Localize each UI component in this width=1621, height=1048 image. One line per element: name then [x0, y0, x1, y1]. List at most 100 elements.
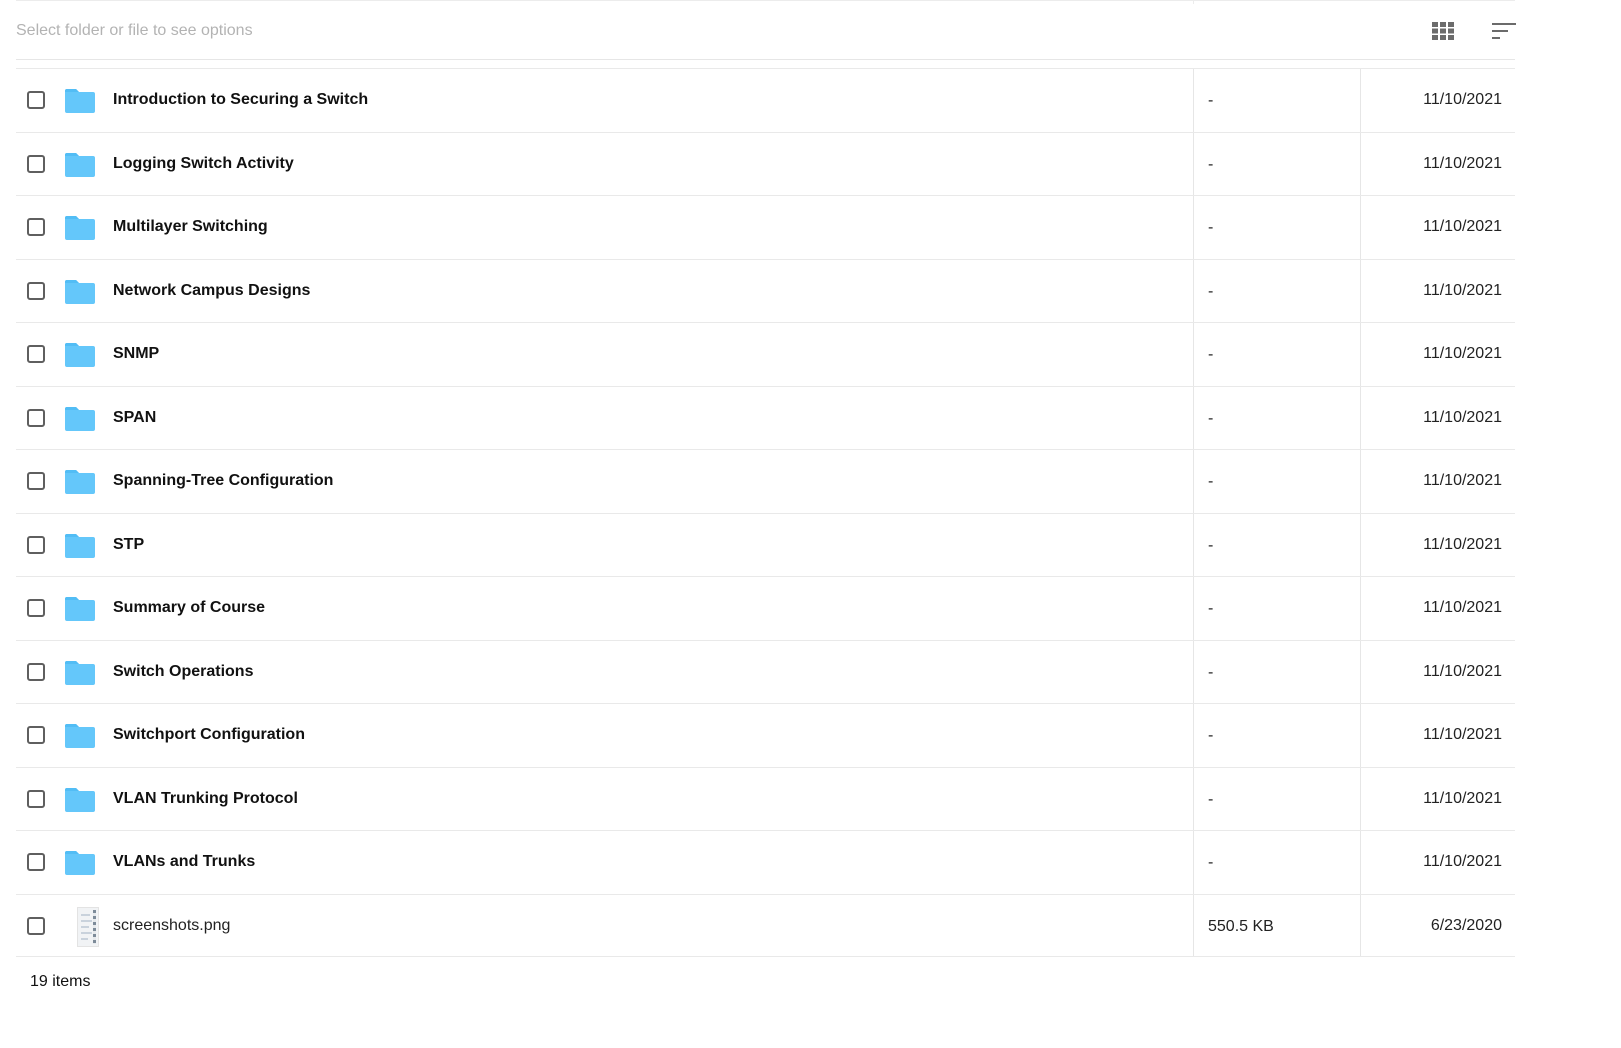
item-name[interactable]: VLAN Trunking Protocol	[113, 790, 298, 808]
select-checkbox[interactable]	[27, 408, 45, 427]
item-size: -	[1208, 663, 1214, 681]
item-date: 11/10/2021	[1423, 91, 1502, 108]
select-checkbox[interactable]	[27, 472, 45, 490]
select-checkbox[interactable]	[27, 916, 45, 935]
column-divider	[1193, 196, 1194, 259]
item-size: -	[1208, 600, 1214, 617]
column-divider	[1193, 577, 1194, 640]
column-divider	[1360, 196, 1361, 259]
folder-icon	[64, 723, 96, 749]
column-divider	[1360, 386, 1361, 449]
item-name[interactable]: SPAN	[113, 409, 156, 427]
folder-icon	[64, 342, 96, 368]
select-checkbox[interactable]	[27, 91, 45, 109]
select-checkbox[interactable]	[27, 789, 45, 808]
item-date: 11/10/2021	[1423, 281, 1502, 299]
column-divider	[1360, 513, 1361, 576]
item-name[interactable]: VLANs and Trunks	[113, 853, 255, 871]
list-item[interactable]: Summary of Course - 11/10/2021	[16, 576, 1515, 640]
grid-view-icon[interactable]	[1432, 22, 1454, 40]
column-divider	[1360, 894, 1361, 956]
item-name[interactable]: Network Campus Designs	[113, 282, 310, 300]
folder-icon	[64, 279, 96, 305]
folder-icon	[64, 215, 96, 241]
select-checkbox[interactable]	[27, 599, 45, 617]
folder-icon	[64, 596, 96, 622]
item-name[interactable]: Summary of Course	[113, 599, 265, 617]
sort-icon[interactable]	[1492, 21, 1516, 41]
list-item[interactable]: STP - 11/10/2021	[16, 512, 1515, 576]
list-item[interactable]: Introduction to Securing a Switch - 11/1…	[16, 68, 1515, 132]
list-item[interactable]: SNMP - 11/10/2021	[16, 322, 1515, 386]
select-checkbox[interactable]	[27, 726, 45, 744]
column-divider	[1360, 450, 1361, 513]
column-divider	[1193, 640, 1194, 703]
item-date: 11/10/2021	[1423, 599, 1502, 616]
item-name[interactable]: Switchport Configuration	[113, 726, 305, 744]
item-size: -	[1208, 409, 1214, 427]
item-date: 11/10/2021	[1423, 408, 1502, 426]
item-date: 11/10/2021	[1423, 472, 1502, 489]
item-name[interactable]: SNMP	[113, 345, 159, 363]
item-date: 11/10/2021	[1423, 726, 1502, 743]
column-divider	[1193, 259, 1194, 322]
select-checkbox[interactable]	[27, 535, 45, 554]
select-checkbox[interactable]	[27, 853, 45, 871]
item-name[interactable]: Spanning-Tree Configuration	[113, 472, 333, 490]
list-item[interactable]: Network Campus Designs - 11/10/2021	[16, 258, 1515, 322]
file-browser: Select folder or file to see options Int…	[0, 0, 1621, 1048]
column-divider	[1193, 513, 1194, 576]
item-name[interactable]: Introduction to Securing a Switch	[113, 91, 368, 109]
item-size: -	[1208, 92, 1214, 109]
item-size: -	[1208, 219, 1214, 236]
select-checkbox[interactable]	[27, 345, 45, 363]
select-checkbox[interactable]	[27, 218, 45, 236]
column-divider	[1193, 323, 1194, 386]
item-name[interactable]: Switch Operations	[113, 663, 253, 681]
item-count: 19 items	[30, 973, 91, 990]
column-divider	[1360, 704, 1361, 767]
folder-icon	[64, 850, 96, 876]
list-item[interactable]: Switch Operations - 11/10/2021	[16, 639, 1515, 703]
column-divider	[1193, 386, 1194, 449]
select-checkbox[interactable]	[27, 281, 45, 300]
item-date: 11/10/2021	[1423, 154, 1502, 172]
selection-hint: Select folder or file to see options	[16, 22, 253, 39]
item-name[interactable]: screenshots.png	[113, 917, 230, 935]
item-size: -	[1208, 346, 1214, 363]
item-size: -	[1208, 536, 1214, 554]
list-item[interactable]: screenshots.png 550.5 KB 6/23/2020	[16, 893, 1515, 957]
list-item[interactable]: Spanning-Tree Configuration - 11/10/2021	[16, 449, 1515, 513]
item-name[interactable]: Multilayer Switching	[113, 218, 268, 236]
item-date: 11/10/2021	[1423, 789, 1502, 807]
select-checkbox[interactable]	[27, 154, 45, 173]
list-item[interactable]: Logging Switch Activity - 11/10/2021	[16, 131, 1515, 195]
item-date: 11/10/2021	[1423, 218, 1502, 235]
folder-icon	[64, 152, 96, 178]
image-thumbnail-icon	[77, 906, 99, 947]
list-item[interactable]: VLANs and Trunks - 11/10/2021	[16, 830, 1515, 894]
item-name[interactable]: Logging Switch Activity	[113, 155, 294, 173]
list-item[interactable]: SPAN - 11/10/2021	[16, 385, 1515, 449]
column-divider	[1360, 259, 1361, 322]
item-size: -	[1208, 727, 1214, 744]
folder-icon	[64, 406, 96, 432]
column-divider	[1193, 132, 1194, 195]
item-size: -	[1208, 854, 1214, 871]
list-item[interactable]: Multilayer Switching - 11/10/2021	[16, 195, 1515, 259]
folder-icon	[64, 533, 96, 559]
column-divider	[1193, 831, 1194, 894]
list-item[interactable]: Switchport Configuration - 11/10/2021	[16, 703, 1515, 767]
item-size: -	[1208, 155, 1214, 173]
item-name[interactable]: STP	[113, 536, 144, 554]
column-divider	[1193, 450, 1194, 513]
list-item[interactable]: VLAN Trunking Protocol - 11/10/2021	[16, 766, 1515, 830]
toolbar: Select folder or file to see options	[16, 0, 1516, 60]
column-divider	[1193, 894, 1194, 956]
item-size: 550.5 KB	[1208, 917, 1274, 935]
item-date: 11/10/2021	[1423, 535, 1502, 553]
select-checkbox[interactable]	[27, 662, 45, 681]
folder-icon	[64, 660, 96, 686]
folder-icon	[64, 469, 96, 495]
column-divider	[1193, 69, 1194, 132]
